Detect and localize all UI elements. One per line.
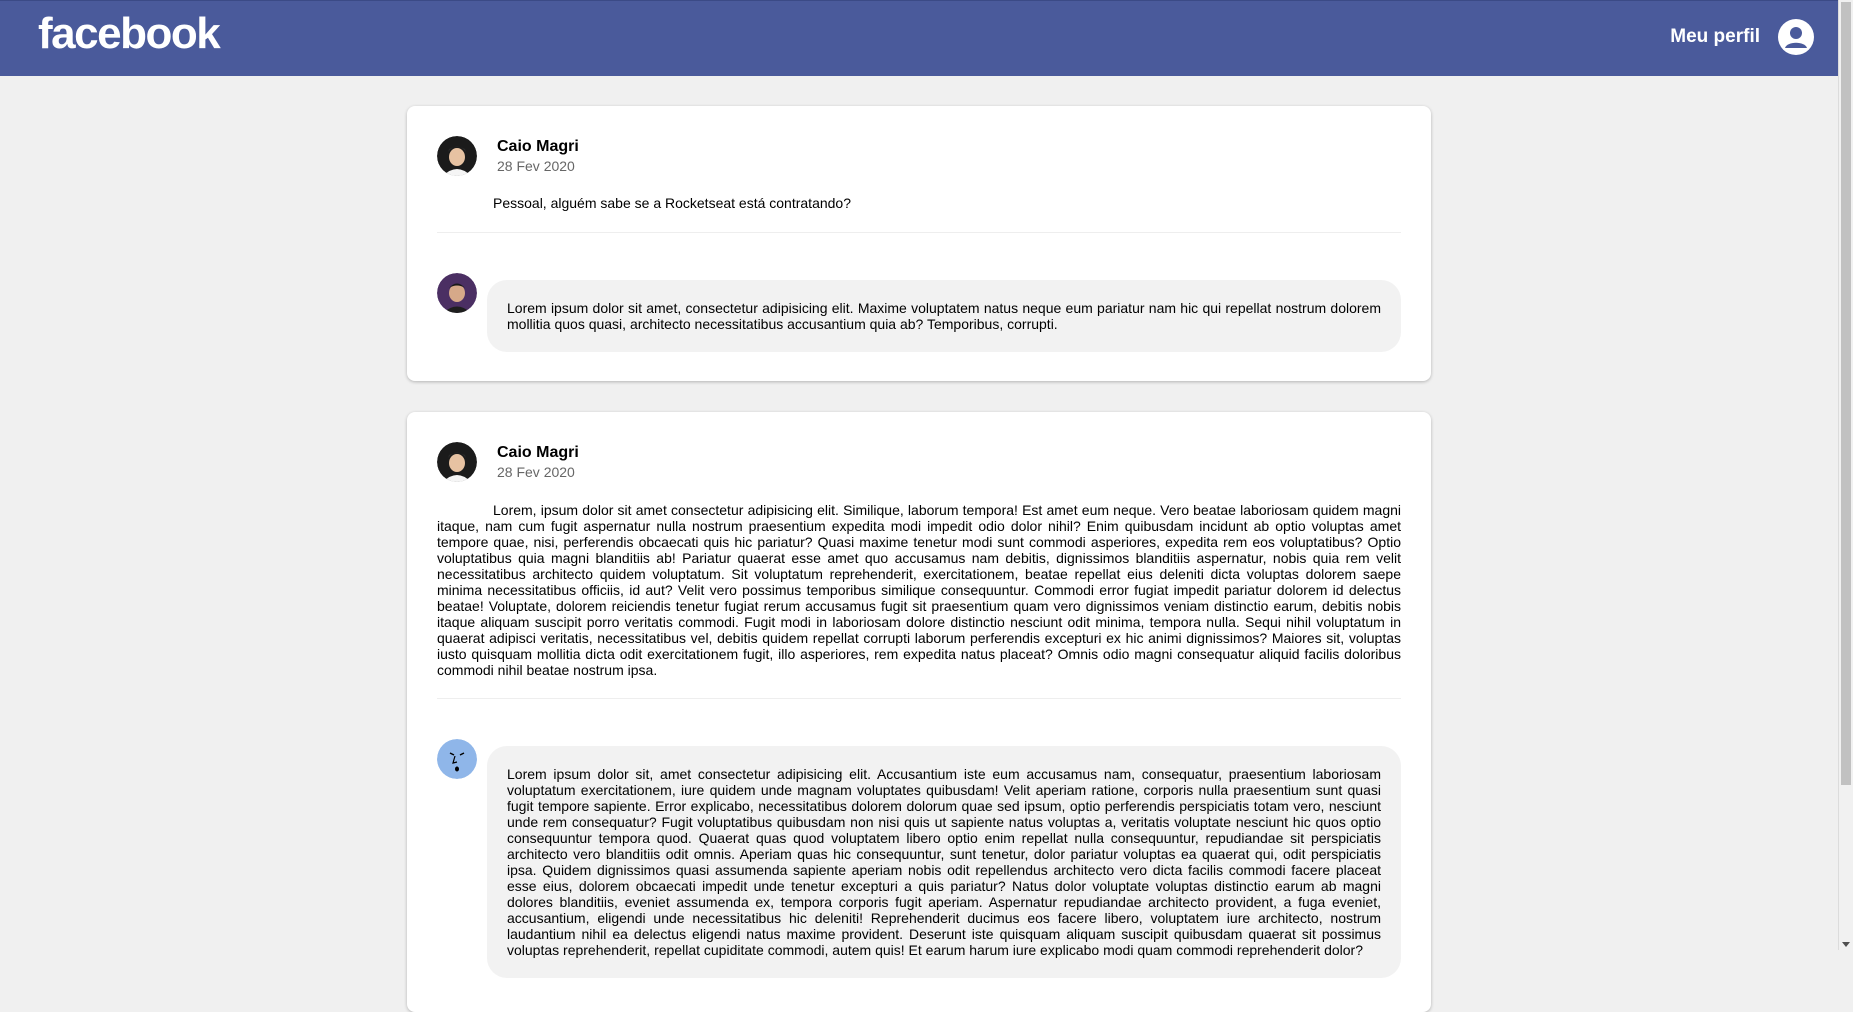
post-divider xyxy=(437,232,1401,233)
scroll-down-arrow-icon[interactable] xyxy=(1842,942,1850,947)
post-content: Lorem, ipsum dolor sit amet consectetur … xyxy=(437,502,1401,678)
comment-bubble: Lorem ipsum dolor sit, amet consectetur … xyxy=(487,746,1401,978)
comment-avatar[interactable] xyxy=(437,273,477,313)
author-avatar[interactable] xyxy=(437,442,477,482)
top-navbar: facebook Meu perfil xyxy=(0,0,1838,76)
user-circle-icon[interactable] xyxy=(1778,19,1814,55)
post-date: 28 Fev 2020 xyxy=(497,464,575,480)
scrollbar-thumb[interactable] xyxy=(1841,2,1851,785)
post-date: 28 Fev 2020 xyxy=(497,158,575,174)
post-author-name[interactable]: Caio Magri xyxy=(497,138,579,156)
facebook-logo[interactable]: facebook xyxy=(38,9,221,59)
author-avatar[interactable] xyxy=(437,136,477,176)
post-author-name[interactable]: Caio Magri xyxy=(497,444,579,462)
post-card: Caio Magri 28 Fev 2020 Pessoal, alguém s… xyxy=(407,106,1431,381)
vertical-scrollbar[interactable] xyxy=(1838,0,1853,950)
comment-bubble: Lorem ipsum dolor sit amet, consectetur … xyxy=(487,280,1401,352)
profile-label[interactable]: Meu perfil xyxy=(1670,26,1760,48)
post-divider xyxy=(437,698,1401,699)
post-card: Caio Magri Lorem, ipsum dolor sit amet c… xyxy=(407,412,1431,1012)
profile-link[interactable]: Meu perfil xyxy=(1670,17,1814,57)
post-content: Pessoal, alguém sabe se a Rocketseat est… xyxy=(493,195,851,211)
comment-avatar[interactable] xyxy=(437,739,477,779)
